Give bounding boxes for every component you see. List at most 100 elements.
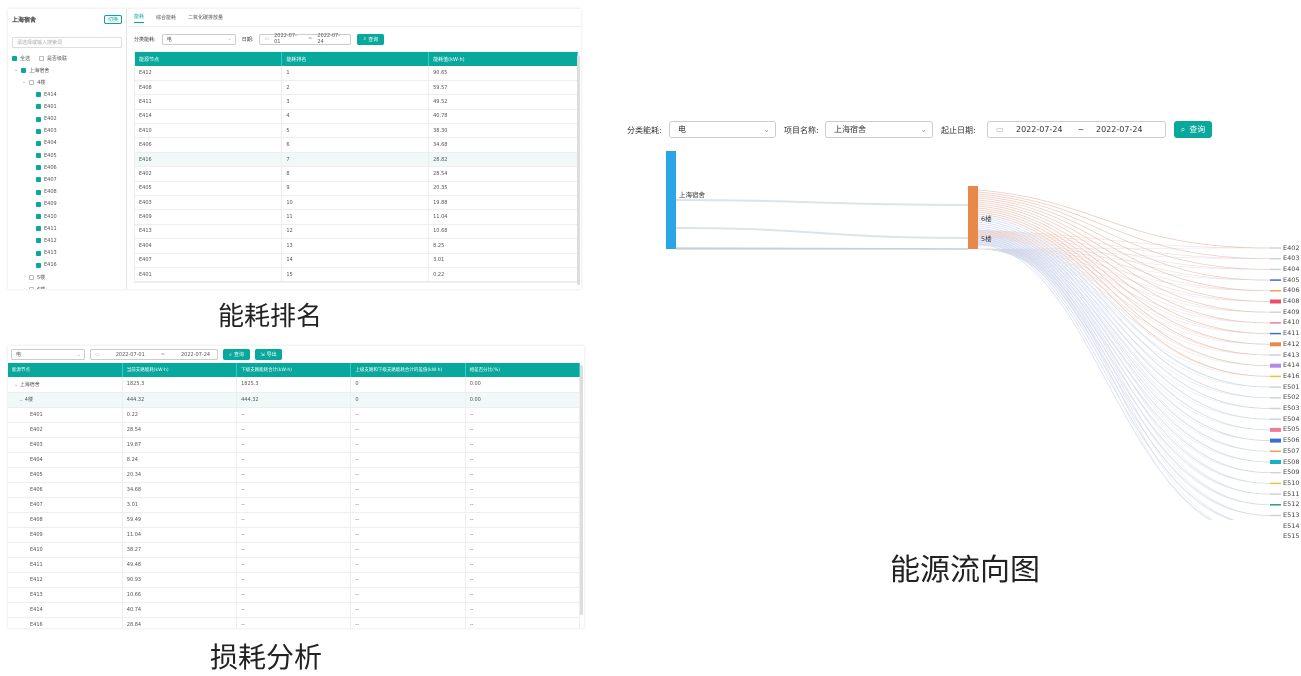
table-cell: 10.66 (122, 587, 238, 603)
table-cell: -- (350, 557, 466, 573)
sankey-leaf-label: E511 (1283, 489, 1300, 498)
table-row[interactable]: E410 38.27 -- -- -- (8, 542, 581, 558)
cell-value: -- (469, 546, 474, 553)
sankey-leaf-node (1270, 279, 1281, 281)
sankey-leaf-label: E403 (1283, 254, 1300, 263)
table-cell: 38.27 (122, 542, 238, 558)
sankey-chart (666, 151, 1281, 520)
table-row[interactable]: E413 10.66 -- -- -- (8, 587, 581, 603)
cell-value: -- (355, 576, 359, 583)
sankey-leaf-node (1270, 427, 1281, 432)
cell-value: 90.93 (126, 576, 142, 583)
sankey-leaf-link (977, 248, 1271, 484)
table-row[interactable]: E414 40.74 -- -- -- (8, 602, 581, 618)
sankey-leaf-node (1270, 257, 1281, 260)
sankey-leaf-label: E414 (1283, 361, 1300, 370)
sankey-leaf-label: E508 (1283, 457, 1300, 466)
sankey-leaf-node (1270, 450, 1281, 453)
cell-value: -- (241, 576, 245, 583)
sankey-leaf-link (977, 241, 1271, 452)
caption-flow: 能源流向图 (890, 553, 1040, 588)
table-cell: -- (350, 602, 466, 618)
cell-value: -- (241, 606, 245, 613)
sankey-leaf-link (977, 244, 1271, 516)
table-row[interactable]: E416 28.84 -- -- -- (8, 617, 581, 628)
table-row[interactable]: E411 49.48 -- -- -- (8, 557, 581, 573)
table-cell: -- (236, 617, 352, 628)
table-cell: E409 (8, 527, 123, 543)
table-cell: -- (350, 527, 466, 543)
cell-value: -- (469, 591, 474, 598)
cell-value: E414 (30, 606, 43, 613)
table-cell: -- (350, 617, 466, 628)
sankey-link (675, 199, 969, 206)
sankey-leaf-node (1270, 247, 1281, 249)
cell-value: -- (469, 531, 474, 538)
table-cell: E416 (8, 617, 123, 628)
sankey-root-node (666, 151, 676, 249)
table-cell: -- (236, 527, 352, 543)
cell-value: -- (469, 561, 474, 568)
sankey-leaf-node (1270, 514, 1281, 517)
sankey-leaf-link (977, 248, 1271, 463)
sankey-leaf-node (1270, 299, 1281, 304)
cell-value: E412 (30, 576, 43, 583)
sankey-leaf-node (1270, 471, 1281, 474)
table-cell: E410 (8, 542, 123, 558)
sankey-leaf-node (1270, 386, 1281, 388)
table-cell: E413 (8, 587, 123, 603)
sankey-leaf-node (1270, 322, 1281, 324)
sankey-root-label: 上海宿舍 (679, 191, 705, 199)
cell-value: E410 (30, 546, 43, 553)
sankey-leaf-node (1270, 332, 1281, 335)
sankey-leaf-node (1270, 418, 1281, 420)
cell-value: 10.66 (126, 591, 142, 598)
table-cell: 11.04 (122, 527, 238, 543)
table-cell: E414 (8, 602, 123, 618)
table-cell: -- (236, 542, 352, 558)
table-row[interactable]: E409 11.04 -- -- -- (8, 527, 581, 543)
table-cell: -- (465, 557, 581, 573)
cell-value: -- (241, 561, 245, 568)
table-cell: -- (350, 572, 466, 588)
sankey-leaf-label: E411 (1283, 329, 1300, 338)
cell-value: 49.48 (126, 561, 142, 568)
cell-value: -- (469, 606, 474, 613)
cell-value: -- (355, 531, 359, 538)
table-cell: -- (465, 542, 581, 558)
sankey-leaf-label: E412 (1283, 339, 1300, 348)
table-row[interactable]: E412 90.93 -- -- -- (8, 572, 581, 588)
table-cell: -- (236, 587, 352, 603)
sankey-leaf-node (1270, 290, 1281, 292)
table-cell: -- (465, 527, 581, 543)
cell-value: -- (355, 561, 359, 568)
sankey-leaf-label: E503 (1283, 404, 1300, 412)
sankey-leaf-node (1270, 311, 1281, 313)
cell-value: -- (355, 546, 359, 553)
sankey-leaf-node (1270, 354, 1281, 356)
table-cell: -- (465, 572, 581, 588)
cell-value: E416 (30, 621, 43, 628)
sankey-leaf-label: E404 (1283, 264, 1300, 273)
sankey-leaf-label: E505 (1283, 425, 1300, 434)
sankey-leaf-node (1270, 268, 1281, 271)
sankey-floor-node (968, 186, 978, 249)
sankey-leaf-node (1270, 460, 1281, 464)
table-cell: 90.93 (122, 572, 238, 588)
table-cell: -- (350, 542, 466, 558)
cell-value: -- (355, 606, 359, 613)
sankey-leaf-node (1270, 493, 1281, 495)
sankey-leaf-node (1270, 363, 1281, 368)
table-cell: 49.48 (122, 557, 238, 573)
sankey-leaf-label: E406 (1283, 286, 1300, 295)
cell-value: -- (469, 621, 474, 628)
sankey-leaf-label: E515 (1283, 532, 1300, 541)
table-cell: 40.74 (122, 602, 238, 618)
sankey-leaf-link (977, 244, 1271, 506)
sankey-leaf-node (1270, 407, 1281, 410)
caption-loss: 损耗分析 (210, 641, 323, 674)
sankey-leaf-link (977, 243, 1271, 495)
table-cell: -- (465, 587, 581, 603)
sankey-leaf-label: E506 (1283, 436, 1300, 445)
sankey-leaf-label: E408 (1283, 297, 1300, 305)
